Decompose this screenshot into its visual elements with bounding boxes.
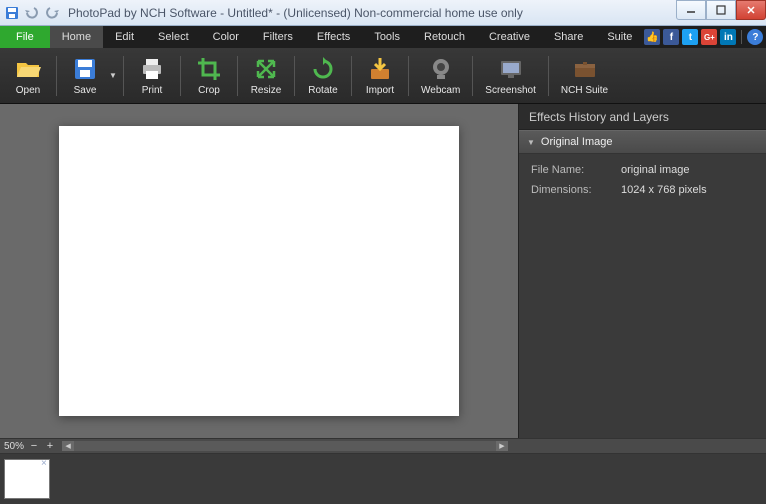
info-row-filename: File Name: original image <box>531 164 754 176</box>
resize-button[interactable]: Resize <box>242 51 290 101</box>
separator <box>56 56 57 96</box>
print-button[interactable]: Print <box>128 51 176 101</box>
menu-creative[interactable]: Creative <box>477 26 542 48</box>
qat-redo-icon[interactable] <box>44 5 60 21</box>
googleplus-icon[interactable]: G+ <box>701 29 717 45</box>
linkedin-icon[interactable]: in <box>720 29 736 45</box>
menu-color[interactable]: Color <box>201 26 251 48</box>
zoom-out-button[interactable]: − <box>28 440 40 452</box>
webcam-icon <box>427 55 455 83</box>
webcam-button[interactable]: Webcam <box>413 51 468 101</box>
menu-effects[interactable]: Effects <box>305 26 362 48</box>
save-icon <box>71 55 99 83</box>
crop-label: Crop <box>198 85 220 96</box>
crop-button[interactable]: Crop <box>185 51 233 101</box>
chevron-down-icon: ▼ <box>527 138 535 147</box>
suite-icon <box>571 55 599 83</box>
open-folder-icon <box>14 55 42 83</box>
help-icon[interactable]: ? <box>747 29 763 45</box>
rotate-icon <box>309 55 337 83</box>
resize-icon <box>252 55 280 83</box>
side-panel: Effects History and Layers ▼ Original Im… <box>518 104 766 438</box>
import-icon <box>366 55 394 83</box>
menu-filters[interactable]: Filters <box>251 26 305 48</box>
canvas-area[interactable] <box>0 104 518 438</box>
menu-file[interactable]: File <box>0 26 50 48</box>
titlebar: PhotoPad by NCH Software - Untitled* - (… <box>0 0 766 26</box>
save-button[interactable]: Save <box>61 51 109 101</box>
open-button[interactable]: Open <box>4 51 52 101</box>
facebook-icon[interactable]: f <box>663 29 679 45</box>
screenshot-icon <box>497 55 525 83</box>
main-area: Effects History and Layers ▼ Original Im… <box>0 104 766 438</box>
minimize-button[interactable] <box>676 0 706 20</box>
canvas[interactable] <box>59 126 459 416</box>
twitter-icon[interactable]: t <box>682 29 698 45</box>
qat-undo-icon[interactable] <box>24 5 40 21</box>
save-dropdown-icon[interactable]: ▼ <box>109 71 119 80</box>
rotate-label: Rotate <box>308 85 337 96</box>
info-value: 1024 x 768 pixels <box>621 184 707 196</box>
maximize-button[interactable] <box>706 0 736 20</box>
toolbar: Open Save ▼ Print Crop Resize Rotate Imp… <box>0 48 766 104</box>
menu-home[interactable]: Home <box>50 26 103 48</box>
panel-section-label: Original Image <box>541 136 613 148</box>
suite-label: NCH Suite <box>561 85 608 96</box>
print-icon <box>138 55 166 83</box>
menu-select[interactable]: Select <box>146 26 201 48</box>
separator <box>180 56 181 96</box>
window-title: PhotoPad by NCH Software - Untitled* - (… <box>68 6 523 20</box>
separator <box>548 56 549 96</box>
crop-icon <box>195 55 223 83</box>
qat-save-icon[interactable] <box>4 5 20 21</box>
menu-tools[interactable]: Tools <box>362 26 412 48</box>
nch-suite-button[interactable]: NCH Suite <box>553 51 616 101</box>
menu-suite[interactable]: Suite <box>595 26 644 48</box>
thumbnail-close-icon[interactable]: × <box>41 458 51 468</box>
separator <box>408 56 409 96</box>
webcam-label: Webcam <box>421 85 460 96</box>
panel-section-header[interactable]: ▼ Original Image <box>519 130 766 154</box>
menu-retouch[interactable]: Retouch <box>412 26 477 48</box>
separator <box>472 56 473 96</box>
separator <box>351 56 352 96</box>
menu-share[interactable]: Share <box>542 26 595 48</box>
scroll-left-button[interactable]: ◀ <box>62 441 74 451</box>
print-label: Print <box>142 85 163 96</box>
separator <box>294 56 295 96</box>
statusbar: 50% − + ◀ ▶ <box>0 438 766 454</box>
zoom-in-button[interactable]: + <box>44 440 56 452</box>
panel-title: Effects History and Layers <box>519 104 766 130</box>
rotate-button[interactable]: Rotate <box>299 51 347 101</box>
separator <box>237 56 238 96</box>
menu-edit[interactable]: Edit <box>103 26 146 48</box>
close-button[interactable] <box>736 0 766 20</box>
thumbnail-strip: × <box>0 454 766 504</box>
screenshot-button[interactable]: Screenshot <box>477 51 544 101</box>
horizontal-scrollbar[interactable]: ◀ ▶ <box>62 441 508 451</box>
resize-label: Resize <box>251 85 282 96</box>
info-value: original image <box>621 164 689 176</box>
screenshot-label: Screenshot <box>485 85 536 96</box>
separator <box>741 30 742 44</box>
open-label: Open <box>16 85 40 96</box>
info-row-dimensions: Dimensions: 1024 x 768 pixels <box>531 184 754 196</box>
zoom-level: 50% <box>4 441 24 452</box>
scroll-right-button[interactable]: ▶ <box>496 441 508 451</box>
info-label: Dimensions: <box>531 184 621 196</box>
menubar: File Home Edit Select Color Filters Effe… <box>0 26 766 48</box>
thumbnail[interactable]: × <box>4 459 50 499</box>
like-icon[interactable]: 👍 <box>644 29 660 45</box>
separator <box>123 56 124 96</box>
import-label: Import <box>366 85 394 96</box>
import-button[interactable]: Import <box>356 51 404 101</box>
info-label: File Name: <box>531 164 621 176</box>
panel-body: File Name: original image Dimensions: 10… <box>519 154 766 214</box>
save-label: Save <box>74 85 97 96</box>
